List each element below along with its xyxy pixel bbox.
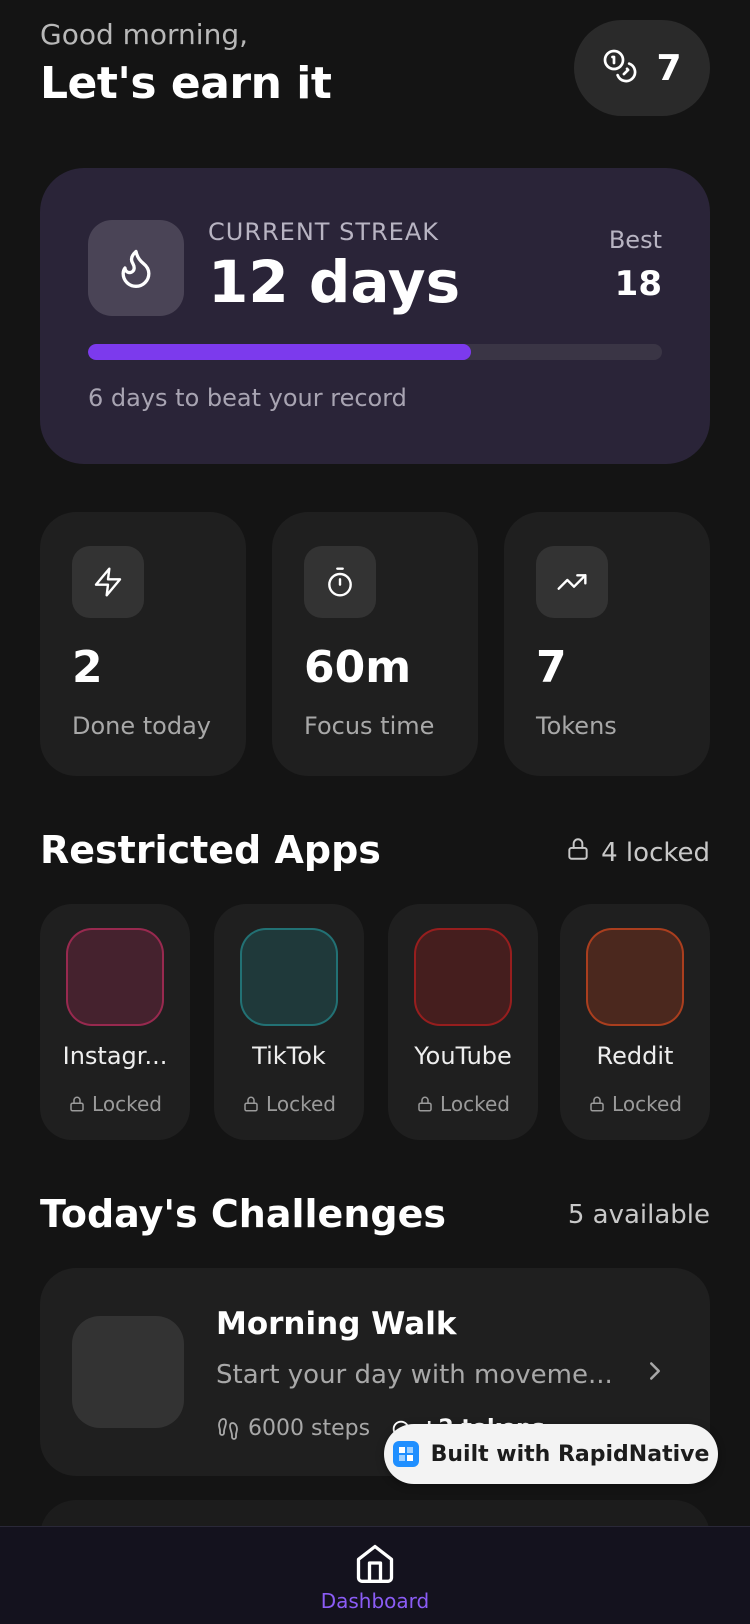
stat-label: Tokens bbox=[536, 712, 617, 740]
lock-icon bbox=[70, 1096, 84, 1112]
stat-card-focus-time: 60m Focus time bbox=[272, 512, 478, 776]
stat-value: 60m bbox=[304, 642, 412, 693]
challenge-steps: 6000 steps bbox=[216, 1416, 370, 1441]
locked-count: 4 locked bbox=[565, 836, 710, 869]
app-status-text: Locked bbox=[92, 1092, 162, 1116]
stat-card-tokens: 7 Tokens bbox=[504, 512, 710, 776]
app-card-youtube[interactable]: YouTube Locked bbox=[388, 904, 538, 1140]
challenge-thumbnail bbox=[72, 1316, 184, 1428]
app-card-reddit[interactable]: Reddit Locked bbox=[560, 904, 710, 1140]
token-balance-pill[interactable]: 7 bbox=[574, 20, 710, 116]
coins-icon bbox=[602, 48, 638, 88]
streak-note: 6 days to beat your record bbox=[88, 384, 407, 412]
challenge-description: Start your day with moveme... bbox=[216, 1360, 613, 1390]
app-status-text: Locked bbox=[266, 1092, 336, 1116]
lock-icon bbox=[418, 1096, 432, 1112]
home-icon bbox=[356, 1544, 394, 1583]
best-value: 18 bbox=[614, 264, 662, 304]
challenges-available: 5 available bbox=[568, 1200, 710, 1230]
app-status: Locked bbox=[388, 1092, 538, 1116]
app-status-text: Locked bbox=[440, 1092, 510, 1116]
best-label: Best bbox=[608, 226, 662, 254]
trending-up-icon bbox=[536, 546, 608, 618]
page-title: Let's earn it bbox=[40, 58, 332, 109]
challenge-title: Morning Walk bbox=[216, 1306, 457, 1342]
youtube-app-icon bbox=[414, 928, 512, 1026]
rapidnative-logo-icon bbox=[392, 1441, 419, 1467]
stat-card-done-today: 2 Done today bbox=[40, 512, 246, 776]
app-name: YouTube bbox=[414, 1042, 512, 1070]
app-name: TikTok bbox=[252, 1042, 326, 1070]
app-status-text: Locked bbox=[612, 1092, 682, 1116]
app-status: Locked bbox=[560, 1092, 710, 1116]
tab-label: Dashboard bbox=[320, 1589, 430, 1613]
streak-card: CURRENT STREAK 12 days Best 18 6 days to… bbox=[40, 168, 710, 464]
greeting-text: Good morning, bbox=[40, 18, 249, 51]
lock-icon bbox=[244, 1096, 258, 1112]
app-name: Instagr... bbox=[62, 1042, 168, 1070]
challenges-title: Today's Challenges bbox=[40, 1192, 446, 1236]
token-count: 7 bbox=[656, 47, 682, 89]
app-status: Locked bbox=[214, 1092, 364, 1116]
tab-dashboard[interactable]: Dashboard bbox=[0, 1541, 750, 1613]
stat-label: Focus time bbox=[304, 712, 435, 740]
streak-label: CURRENT STREAK bbox=[208, 218, 439, 246]
built-with-badge[interactable]: Built with RapidNative bbox=[384, 1424, 718, 1484]
chevron-right-icon[interactable] bbox=[640, 1356, 670, 1390]
streak-progress-bar bbox=[88, 344, 662, 360]
bottom-tab-bar: Dashboard bbox=[0, 1526, 750, 1624]
stopwatch-icon bbox=[304, 546, 376, 618]
built-with-text: Built with RapidNative bbox=[430, 1441, 710, 1467]
app-name: Reddit bbox=[596, 1042, 674, 1070]
challenges-available-text: 5 available bbox=[567, 1200, 710, 1230]
challenge-steps-text: 6000 steps bbox=[248, 1416, 371, 1441]
restricted-apps-title: Restricted Apps bbox=[40, 828, 381, 872]
stat-value: 7 bbox=[536, 642, 567, 693]
lock-icon bbox=[590, 1096, 604, 1112]
app-card-tiktok[interactable]: TikTok Locked bbox=[214, 904, 364, 1140]
stat-label: Done today bbox=[72, 712, 212, 740]
reddit-app-icon bbox=[586, 928, 684, 1026]
stat-value: 2 bbox=[72, 642, 103, 693]
tiktok-app-icon bbox=[240, 928, 338, 1026]
flame-icon bbox=[88, 220, 184, 316]
locked-count-text: 4 locked bbox=[601, 837, 710, 868]
streak-value: 12 days bbox=[208, 248, 461, 316]
lightning-icon bbox=[72, 546, 144, 618]
instagram-app-icon bbox=[66, 928, 164, 1026]
lock-icon bbox=[565, 836, 591, 869]
app-status: Locked bbox=[40, 1092, 190, 1116]
streak-progress-fill bbox=[88, 344, 471, 360]
footprints-icon bbox=[218, 1417, 238, 1440]
app-card-instagram[interactable]: Instagr... Locked bbox=[40, 904, 190, 1140]
